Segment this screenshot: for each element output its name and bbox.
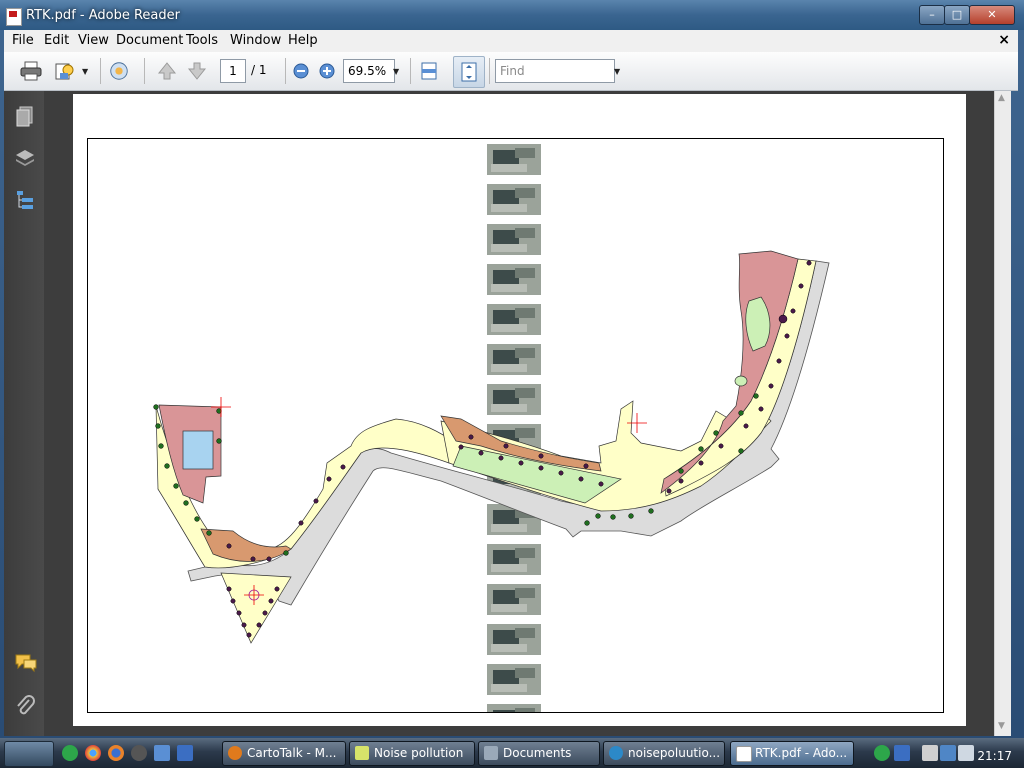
- task-label: RTK.pdf - Ado...: [755, 746, 848, 760]
- toolbar-separator: [489, 58, 490, 84]
- menu-view[interactable]: View: [78, 33, 109, 48]
- app-window: RTK.pdf - Adobe Reader – □ ✕ File Edit V…: [0, 0, 1024, 738]
- chrome-icon[interactable]: [85, 745, 101, 761]
- fit-page-icon: [461, 62, 477, 82]
- page-total: / 1: [251, 63, 267, 77]
- search-icon: [609, 746, 623, 760]
- task-label: CartoTalk - M...: [247, 746, 337, 760]
- window-switch-icon[interactable]: [154, 745, 170, 761]
- title-bar[interactable]: RTK.pdf - Adobe Reader – □ ✕: [0, 0, 1024, 30]
- previous-page-icon[interactable]: [156, 60, 178, 82]
- volume-icon[interactable]: [958, 745, 974, 761]
- task-documents[interactable]: Documents: [478, 741, 600, 766]
- system-tray: 21:17: [870, 741, 1020, 765]
- print-icon[interactable]: [20, 60, 42, 82]
- zoom-in-icon[interactable]: [316, 60, 338, 82]
- menu-bar: File Edit View Document Tools Window Hel…: [4, 30, 1018, 53]
- zoom-field[interactable]: 69.5%: [343, 59, 395, 83]
- menu-document[interactable]: Document: [116, 33, 183, 48]
- menu-file[interactable]: File: [12, 33, 34, 48]
- fit-width-icon[interactable]: [418, 60, 440, 82]
- steam-icon[interactable]: [131, 745, 147, 761]
- yard-area-triangle: [220, 572, 292, 644]
- green-oval: [734, 375, 748, 387]
- chevron-down-icon[interactable]: ▼: [82, 67, 88, 76]
- toolbar-separator: [144, 58, 145, 84]
- pool: [182, 430, 214, 470]
- scroll-up-icon[interactable]: ▲: [998, 93, 1005, 103]
- task-label: Noise pollution: [374, 746, 464, 760]
- collaborate-icon[interactable]: [108, 60, 130, 82]
- map-drawing: [153, 144, 830, 712]
- window-title: RTK.pdf - Adobe Reader: [26, 8, 180, 23]
- menu-tools[interactable]: Tools: [186, 33, 218, 48]
- monitor-tray-icon[interactable]: [940, 745, 956, 761]
- zoom-out-icon[interactable]: [290, 60, 312, 82]
- start-button[interactable]: [4, 741, 54, 767]
- task-noisepoluutio[interactable]: noisepoluutio...: [603, 741, 725, 766]
- document-icon: [355, 746, 369, 760]
- chevron-down-icon[interactable]: ▼: [393, 67, 399, 76]
- comments-icon[interactable]: [14, 653, 37, 675]
- device-tray-icon[interactable]: [922, 745, 938, 761]
- bookmarks-tree-icon[interactable]: [14, 189, 36, 211]
- close-button[interactable]: ✕: [969, 5, 1015, 25]
- toolbar: ▼ 1 / 1 69.5% ▼ Find ▼: [4, 52, 1018, 91]
- pdf-icon: [736, 746, 752, 762]
- pdf-app-icon: [6, 8, 22, 26]
- page-number-input[interactable]: 1: [220, 59, 246, 83]
- taskbar: CartoTalk - M... Noise pollution Documen…: [0, 738, 1024, 768]
- close-document-icon[interactable]: ×: [998, 32, 1010, 48]
- vertical-scrollbar[interactable]: ▲ ▼: [994, 91, 1011, 736]
- toolbar-separator: [285, 58, 286, 84]
- aerial-photo-strip: [487, 144, 541, 712]
- map-frame: [87, 138, 944, 713]
- scroll-down-icon[interactable]: ▼: [998, 721, 1005, 731]
- menu-help[interactable]: Help: [288, 33, 318, 48]
- task-label: Documents: [503, 746, 572, 760]
- firefox-icon[interactable]: [108, 745, 124, 761]
- clock[interactable]: 21:17: [977, 749, 1012, 763]
- folder-icon: [484, 746, 498, 760]
- task-noise-pollution[interactable]: Noise pollution: [349, 741, 475, 766]
- chevron-down-icon[interactable]: ▼: [614, 67, 620, 76]
- find-input[interactable]: Find: [495, 59, 615, 83]
- task-rtk-pdf[interactable]: RTK.pdf - Ado...: [730, 741, 854, 766]
- minimize-button[interactable]: –: [919, 5, 945, 25]
- attachments-paperclip-icon[interactable]: [14, 695, 36, 717]
- maximize-button[interactable]: □: [944, 5, 970, 25]
- toolbar-separator: [410, 58, 411, 84]
- task-cartotalk[interactable]: CartoTalk - M...: [222, 741, 346, 766]
- fit-page-button[interactable]: [453, 56, 485, 88]
- firefox-icon: [228, 746, 242, 760]
- navigation-panel: [4, 91, 44, 736]
- spotify-icon[interactable]: [62, 745, 78, 761]
- menu-window[interactable]: Window: [230, 33, 281, 48]
- toolbar-separator: [100, 58, 101, 84]
- layers-icon[interactable]: [14, 147, 36, 169]
- pages-icon[interactable]: [14, 105, 36, 127]
- email-attach-icon[interactable]: [54, 60, 76, 82]
- next-page-icon[interactable]: [186, 60, 208, 82]
- menu-edit[interactable]: Edit: [44, 33, 69, 48]
- show-desktop-icon[interactable]: [177, 745, 193, 761]
- task-label: noisepoluutio...: [628, 746, 721, 760]
- spotify-tray-icon[interactable]: [874, 745, 890, 761]
- network-tray-icon[interactable]: [894, 745, 910, 761]
